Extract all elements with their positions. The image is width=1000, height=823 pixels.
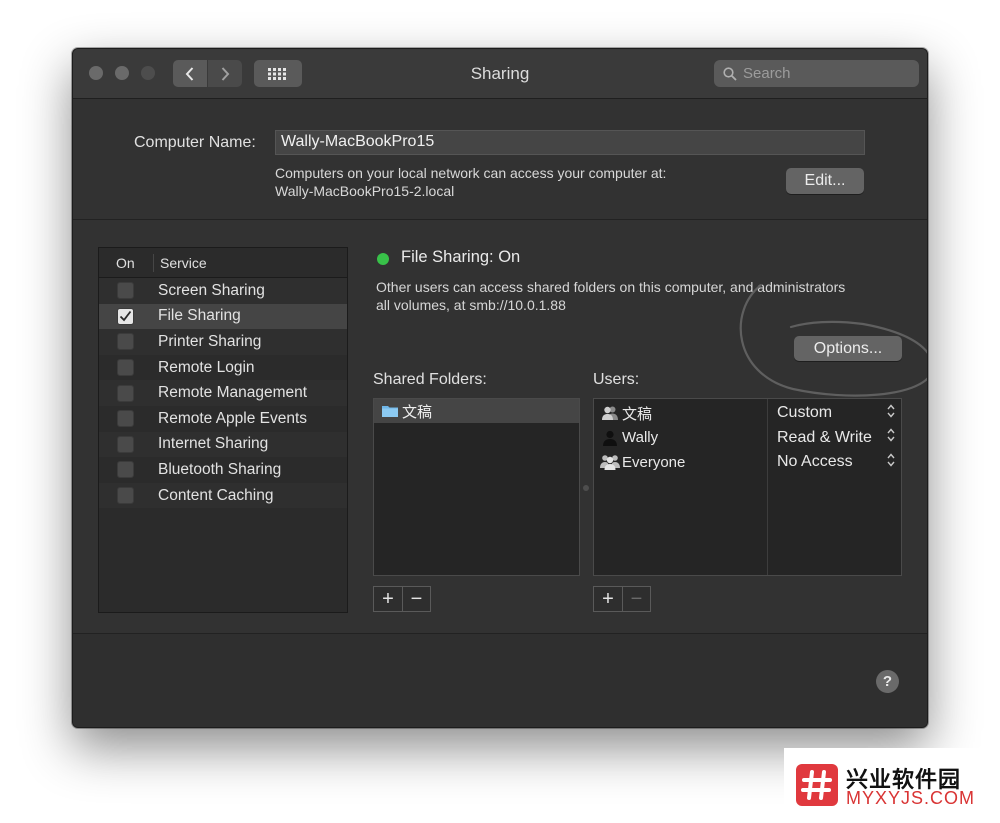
- users-label: Users:: [593, 371, 640, 388]
- service-checkbox[interactable]: [117, 282, 134, 300]
- help-button[interactable]: ?: [876, 670, 899, 693]
- file-sharing-status: File Sharing: On: [401, 248, 521, 266]
- shared-folder-item[interactable]: 文稿: [374, 399, 579, 423]
- status-indicator: [377, 253, 389, 265]
- service-checkbox[interactable]: [117, 487, 134, 505]
- add-user-button[interactable]: +: [594, 587, 622, 611]
- edit-button[interactable]: Edit...: [786, 168, 864, 194]
- network-line-2: Wally-MacBookPro15-2.local: [275, 183, 455, 199]
- everyone-icon: [600, 453, 620, 471]
- computer-name-section: Computer Name: Wally-MacBookPro15 Comput…: [73, 99, 927, 220]
- user-group-icon: [600, 404, 620, 422]
- shared-folders-list: 文稿: [373, 398, 580, 576]
- remove-folder-button[interactable]: −: [402, 587, 430, 611]
- user-name: 文稿: [622, 405, 653, 423]
- users-permission-column: Custom Read & Write No Access: [769, 401, 902, 475]
- watermark-domain-text: MYXYJS.COM: [846, 788, 976, 808]
- network-line-1: Computers on your local network can acce…: [275, 165, 667, 181]
- permission-value: Read & Write: [777, 428, 872, 446]
- user-row[interactable]: Wally: [594, 426, 767, 451]
- service-row[interactable]: Content Caching: [99, 482, 347, 509]
- permission-popup[interactable]: No Access: [769, 450, 902, 475]
- site-watermark: 兴业软件园 MYXYJS.COM: [784, 748, 1000, 823]
- service-label: Screen Sharing: [158, 281, 265, 299]
- folder-icon: [382, 406, 398, 417]
- computer-name-input[interactable]: Wally-MacBookPro15: [275, 130, 865, 155]
- add-folder-button[interactable]: +: [374, 587, 402, 611]
- search-field[interactable]: Search: [714, 60, 919, 87]
- service-checkbox[interactable]: [117, 461, 134, 479]
- title-bar: Sharing Search: [73, 49, 927, 99]
- service-label: Remote Management: [158, 384, 308, 402]
- split-view-handle[interactable]: [583, 485, 589, 491]
- options-button[interactable]: Options...: [794, 336, 902, 361]
- service-row[interactable]: Remote Management: [99, 380, 347, 406]
- service-label: Printer Sharing: [158, 332, 262, 350]
- file-sharing-description: Other users can access shared folders on…: [376, 278, 896, 314]
- service-row[interactable]: Remote Login: [99, 355, 347, 381]
- service-row[interactable]: Screen Sharing: [99, 278, 347, 304]
- users-add-remove: + −: [593, 586, 651, 612]
- up-down-arrows-icon: [886, 403, 896, 424]
- service-label: Content Caching: [158, 486, 274, 504]
- service-row[interactable]: Internet Sharing: [99, 431, 347, 458]
- service-row[interactable]: Remote Apple Events: [99, 406, 347, 432]
- service-list: On Service Screen Sharing File Sharing Pri…: [98, 247, 348, 613]
- user-name: Wally: [622, 429, 659, 447]
- user-icon: [600, 429, 620, 447]
- search-placeholder: Search: [743, 65, 791, 82]
- search-icon: [723, 66, 737, 81]
- shared-folder-name: 文稿: [402, 403, 433, 421]
- bottom-bar: ?: [73, 633, 927, 727]
- up-down-arrows-icon: [886, 452, 896, 473]
- service-checkbox[interactable]: [117, 307, 134, 325]
- user-row[interactable]: Everyone: [594, 450, 767, 475]
- user-row[interactable]: 文稿: [594, 401, 767, 426]
- service-label: Bluetooth Sharing: [158, 460, 282, 478]
- shared-folders-add-remove: + −: [373, 586, 431, 612]
- service-checkbox[interactable]: [117, 435, 134, 453]
- permission-value: No Access: [777, 453, 853, 471]
- description-line-2: all volumes, at smb://10.0.1.88: [376, 297, 566, 313]
- permission-popup[interactable]: Read & Write: [769, 426, 902, 451]
- service-row[interactable]: File Sharing: [99, 303, 347, 330]
- checkmark-icon: [119, 311, 132, 322]
- permission-popup[interactable]: Custom: [769, 401, 902, 426]
- header-on[interactable]: On: [99, 253, 154, 272]
- users-name-column: 文稿 Wally Everyone: [594, 399, 768, 575]
- permission-value: Custom: [777, 404, 833, 422]
- service-label: File Sharing: [158, 307, 241, 325]
- header-service[interactable]: Service: [154, 255, 207, 271]
- service-checkbox[interactable]: [117, 384, 134, 402]
- sharing-window: Sharing Search Computer Name: Wally-MacB…: [72, 48, 928, 728]
- remove-user-button[interactable]: −: [622, 587, 650, 611]
- hash-logo-icon: [796, 764, 838, 806]
- network-address-text: Computers on your local network can acce…: [275, 164, 666, 200]
- user-name: Everyone: [622, 453, 686, 471]
- service-row[interactable]: Printer Sharing: [99, 329, 347, 355]
- service-checkbox[interactable]: [117, 359, 134, 377]
- service-label: Internet Sharing: [158, 435, 269, 453]
- description-line-1: Other users can access shared folders on…: [376, 279, 846, 295]
- service-checkbox[interactable]: [117, 410, 134, 428]
- shared-folders-label: Shared Folders:: [373, 371, 487, 388]
- service-row[interactable]: Bluetooth Sharing: [99, 457, 347, 483]
- up-down-arrows-icon: [886, 427, 896, 448]
- service-label: Remote Login: [158, 358, 255, 376]
- users-list: 文稿 Wally Everyone Custom Read & Write No Acc…: [593, 398, 902, 576]
- service-list-header: On Service: [99, 248, 347, 278]
- computer-name-label: Computer Name:: [134, 134, 256, 151]
- service-label: Remote Apple Events: [158, 409, 308, 427]
- service-checkbox[interactable]: [117, 333, 134, 351]
